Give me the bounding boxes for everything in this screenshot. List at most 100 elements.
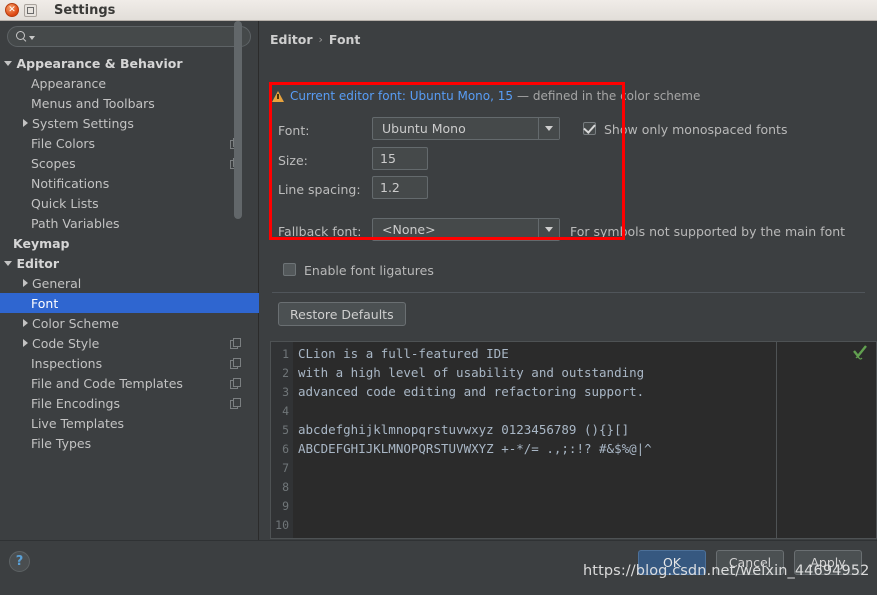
sidebar-item-color-scheme[interactable]: Color Scheme <box>0 313 259 333</box>
font-ligatures-checkbox[interactable] <box>283 263 296 276</box>
sidebar-item-label: Notifications <box>31 175 110 191</box>
sidebar-item-label: Appearance <box>31 75 107 91</box>
sidebar-item-file-colors[interactable]: File Colors <box>0 133 259 153</box>
sidebar-item-editor[interactable]: Editor <box>0 253 259 273</box>
breadcrumb-root[interactable]: Editor <box>270 32 313 47</box>
sidebar-item-general[interactable]: General <box>0 273 259 293</box>
line-spacing-label: Line spacing: <box>278 182 361 197</box>
search-icon <box>16 31 27 42</box>
show-monospaced-checkbox[interactable] <box>583 122 596 135</box>
sidebar-item-system-settings[interactable]: System Settings <box>0 113 259 133</box>
font-settings-panel: Editor › Font Current editor font: Ubunt… <box>260 21 877 540</box>
restore-defaults-button[interactable]: Restore Defaults <box>278 302 406 326</box>
sidebar-item-label: Color Scheme <box>32 315 119 331</box>
line-number: 1 <box>282 346 289 361</box>
line-number: 6 <box>282 441 289 456</box>
copy-settings-icon[interactable] <box>230 398 241 409</box>
editor-code-lines: 1 CLion is a full-featured IDE 2 with a hig… <box>271 344 876 534</box>
line-number: 5 <box>282 422 289 437</box>
fallback-font-note: For symbols not supported by the main fo… <box>570 224 846 239</box>
sidebar-item-label: Menus and Toolbars <box>31 95 155 111</box>
help-button[interactable]: ? <box>9 551 30 572</box>
sidebar-item-label: Editor <box>16 255 60 271</box>
cancel-button[interactable]: Cancel <box>716 550 784 575</box>
sidebar-item-file-types[interactable]: File Types <box>0 433 259 453</box>
line-number: 9 <box>282 498 289 513</box>
sidebar-item-appearance[interactable]: Appearance <box>0 73 259 93</box>
chevron-down-icon[interactable] <box>538 118 559 139</box>
sidebar-item-file-encodings[interactable]: File Encodings <box>0 393 259 413</box>
settings-sidebar: Appearance & Behavior Appearance Menus and… <box>0 21 259 540</box>
current-editor-font-link[interactable]: Current editor font: Ubuntu Mono, 15 <box>290 89 513 103</box>
font-family-combobox[interactable]: Ubuntu Mono <box>372 117 560 140</box>
sidebar-item-label: Font <box>31 295 59 311</box>
sidebar-item-label: Code Style <box>32 335 100 351</box>
window-title: Settings <box>54 2 116 18</box>
sidebar-item-quick-lists[interactable]: Quick Lists <box>0 193 259 213</box>
code-line-text: with a high level of usability and outst… <box>298 365 645 380</box>
sidebar-item-menus-and-toolbars[interactable]: Menus and Toolbars <box>0 93 259 113</box>
sidebar-item-label: File and Code Templates <box>31 375 183 391</box>
sidebar-scrollbar-thumb[interactable] <box>234 21 242 219</box>
code-line-text: ABCDEFGHIJKLMNOPQRSTUVWXYZ +-*/= .,;:!? … <box>298 441 652 456</box>
code-line: 3 advanced code editing and refactoring s… <box>271 382 876 401</box>
sidebar-item-code-style[interactable]: Code Style <box>0 333 259 353</box>
chevron-right-icon[interactable] <box>23 339 28 347</box>
window-title-bar: ✕ Settings <box>0 0 877 21</box>
sidebar-item-path-variables[interactable]: Path Variables <box>0 213 259 233</box>
code-line: 4 <box>271 401 876 420</box>
chevron-down-icon[interactable] <box>4 60 12 66</box>
code-line: 7 <box>271 458 876 477</box>
font-size-input[interactable]: 15 <box>372 147 428 170</box>
sidebar-item-label: Appearance & Behavior <box>16 55 183 71</box>
sidebar-item-label: Keymap <box>13 235 70 251</box>
fallback-font-combobox[interactable]: <None> <box>372 218 560 241</box>
line-spacing-input[interactable]: 1.2 <box>372 176 428 199</box>
code-line: 8 <box>271 477 876 496</box>
warning-detail-text: — defined in the color scheme <box>517 89 701 103</box>
copy-settings-icon[interactable] <box>230 358 241 369</box>
sidebar-item-scopes[interactable]: Scopes <box>0 153 259 173</box>
size-label: Size: <box>278 153 308 168</box>
ok-button[interactable]: OK <box>638 550 706 575</box>
code-line: 1 CLion is a full-featured IDE <box>271 344 876 363</box>
line-number: 4 <box>282 403 289 418</box>
sidebar-item-font[interactable]: Font <box>0 293 259 313</box>
highlight-rectangle <box>269 82 625 240</box>
chevron-down-icon[interactable] <box>4 260 12 266</box>
settings-tree[interactable]: Appearance & Behavior Appearance Menus and… <box>0 53 259 540</box>
sidebar-item-keymap[interactable]: Keymap <box>0 233 259 253</box>
chevron-right-icon[interactable] <box>23 279 28 287</box>
inspection-ok-checkmark-icon[interactable] <box>852 345 868 361</box>
code-line: 9 <box>271 496 876 515</box>
chevron-right-icon[interactable] <box>23 119 28 127</box>
sidebar-item-label: Scopes <box>31 155 76 171</box>
copy-settings-icon[interactable] <box>230 338 241 349</box>
sidebar-item-live-templates[interactable]: Live Templates <box>0 413 259 433</box>
search-input[interactable] <box>35 28 242 45</box>
sidebar-item-notifications[interactable]: Notifications <box>0 173 259 193</box>
copy-settings-icon[interactable] <box>230 378 241 389</box>
sidebar-item-inspections[interactable]: Inspections <box>0 353 259 373</box>
chevron-down-icon[interactable] <box>538 219 559 240</box>
sidebar-item-label: File Encodings <box>31 395 121 411</box>
font-ligatures-label[interactable]: Enable font ligatures <box>304 263 434 278</box>
sidebar-item-label: File Types <box>31 435 92 451</box>
font-preview-editor[interactable]: 1 CLion is a full-featured IDE 2 with a hig… <box>270 341 877 539</box>
sidebar-scrollbar-track[interactable] <box>234 21 250 508</box>
apply-button[interactable]: Apply <box>794 550 862 575</box>
search-container <box>0 21 258 50</box>
sidebar-item-appearance-behavior[interactable]: Appearance & Behavior <box>0 53 259 73</box>
close-icon[interactable]: ✕ <box>5 3 19 17</box>
line-number: 7 <box>282 460 289 475</box>
breadcrumb-separator-icon: › <box>318 33 323 46</box>
search-box[interactable] <box>7 26 251 47</box>
sidebar-item-file-and-code-templates[interactable]: File and Code Templates <box>0 373 259 393</box>
line-number: 10 <box>275 517 289 532</box>
settings-dialog-body: Appearance & Behavior Appearance Menus and… <box>0 21 877 595</box>
code-line: 10 <box>271 515 876 534</box>
show-monospaced-label[interactable]: Show only monospaced fonts <box>604 122 787 137</box>
maximize-icon[interactable] <box>24 3 37 17</box>
chevron-right-icon[interactable] <box>23 319 28 327</box>
code-line-text: abcdefghijklmnopqrstuvwxyz 0123456789 ()… <box>298 422 630 437</box>
